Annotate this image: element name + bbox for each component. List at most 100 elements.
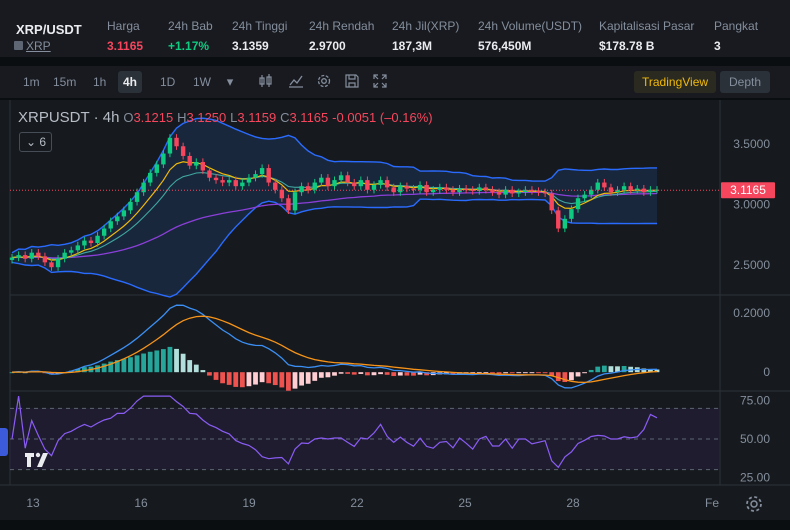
- macd-histogram-bar: [384, 372, 390, 375]
- candle-body: [391, 187, 396, 193]
- dropdown-caret-icon[interactable]: ▾: [221, 73, 239, 91]
- stat-label: 24h Jil(XRP): [392, 19, 460, 33]
- timeframe-4h[interactable]: 4h: [118, 71, 143, 93]
- candle-body: [42, 256, 48, 263]
- chart-svg[interactable]: 3.5000 3.0000 2.5000 3.1165 0.2000 0 75.00 50.0…: [0, 100, 790, 520]
- macd-histogram-bar: [312, 372, 318, 381]
- candle-body: [365, 180, 370, 190]
- stat-value: 576,450M: [478, 39, 532, 53]
- chart-toolbar: 1m 15m 1h 4h 1D 1W ▾ TradingView Depth: [0, 66, 790, 98]
- candle-body: [220, 180, 225, 183]
- candle-body: [180, 146, 186, 156]
- candle-body: [305, 186, 311, 190]
- macd-histogram-bar: [187, 360, 193, 373]
- settings-icon[interactable]: [316, 73, 334, 91]
- drawing-panel-handle[interactable]: [0, 428, 8, 456]
- depth-button[interactable]: Depth: [720, 71, 771, 93]
- candle-body: [371, 184, 377, 190]
- candle-body: [148, 172, 153, 183]
- legend-symbol: XRPUSDT: [18, 109, 90, 126]
- stat-value: 3.1359: [232, 39, 269, 53]
- macd-histogram-bar: [272, 372, 278, 386]
- candle-body: [108, 221, 113, 229]
- tradingview-logo-icon: [25, 452, 48, 467]
- macd-histogram-bar: [220, 372, 226, 384]
- legend-open-key: O: [123, 110, 134, 125]
- candle-body: [352, 182, 357, 187]
- macd-histogram-bar: [286, 372, 291, 391]
- candle-body: [516, 192, 521, 194]
- candle-body: [273, 182, 278, 190]
- timeframe-1W[interactable]: 1W: [188, 71, 216, 93]
- indicator-collapse-button[interactable]: ⌄ 6: [19, 132, 52, 152]
- time-tick-label: 19: [242, 496, 256, 510]
- candle-body: [69, 250, 74, 253]
- candle-body: [174, 137, 179, 147]
- save-icon[interactable]: [344, 73, 362, 91]
- ticker-bar: XRP/USDT XRP Harga 3.1165 24h Bab +1.17% 24h…: [0, 0, 790, 58]
- candle-body: [134, 192, 140, 202]
- candle-body: [332, 180, 337, 187]
- candle-body: [292, 192, 298, 211]
- candle-body: [128, 201, 133, 211]
- timeframe-1m[interactable]: 1m: [18, 71, 45, 93]
- candle-body: [575, 198, 581, 210]
- macd-histogram-bar: [305, 372, 311, 384]
- candle-body: [75, 245, 81, 251]
- timeframe-15m[interactable]: 15m: [48, 71, 81, 93]
- stat-label: Kapitalisasi Pasar: [599, 19, 695, 33]
- macd-histogram-bar: [575, 372, 581, 377]
- candle-body: [398, 186, 403, 193]
- macd-histogram-bar: [128, 357, 133, 373]
- timeframe-1D[interactable]: 1D: [155, 71, 180, 93]
- candle-body: [496, 192, 502, 195]
- macd-histogram-bar: [338, 372, 344, 374]
- line-chart-icon[interactable]: [288, 73, 306, 91]
- candle-body: [411, 188, 416, 190]
- stat-5: 24h Volume(USDT) 576,450M: [478, 19, 582, 53]
- candle-body: [549, 193, 554, 211]
- macd-histogram-bar: [193, 364, 199, 373]
- coin-link[interactable]: XRP: [26, 39, 51, 53]
- candle-body: [582, 194, 587, 199]
- macd-tick-label: 0: [763, 365, 770, 379]
- candle-body: [62, 252, 67, 259]
- candles-icon[interactable]: [258, 73, 276, 91]
- symbol-title[interactable]: XRP/USDT: [16, 22, 82, 37]
- candle-body: [529, 189, 535, 192]
- candle-body: [226, 180, 232, 183]
- candle-body: [417, 184, 423, 190]
- chart-settings-gear-icon[interactable]: [744, 494, 764, 514]
- macd-histogram-bar: [121, 358, 127, 373]
- candle-body: [55, 258, 61, 268]
- macd-histogram-bar: [266, 372, 272, 384]
- macd-histogram-bar: [226, 372, 232, 385]
- chart-area[interactable]: 3.5000 3.0000 2.5000 3.1165 0.2000 0 75.00 50.0…: [0, 100, 790, 520]
- rsi-tick-label: 75.00: [740, 394, 770, 408]
- timeframe-1h[interactable]: 1h: [88, 71, 111, 93]
- tradingview-button[interactable]: TradingView: [634, 71, 717, 93]
- stat-label: 24h Volume(USDT): [478, 19, 583, 33]
- legend-change: -0.0051 (–0.16%): [332, 110, 433, 125]
- candle-body: [161, 153, 166, 165]
- stat-6: Kapitalisasi Pasar $178.78 B: [599, 19, 694, 53]
- macd-histogram-bar: [503, 372, 509, 374]
- fullscreen-icon[interactable]: [372, 73, 390, 91]
- price-tick-label: 3.0000: [733, 197, 770, 211]
- stat-value: 187,3M: [392, 39, 433, 53]
- candle-body: [648, 189, 653, 193]
- candle-body: [88, 240, 94, 244]
- time-tick-label: Fe: [705, 496, 719, 510]
- macd-histogram-bar: [141, 353, 147, 373]
- rsi-tick-label: 25.00: [740, 470, 770, 484]
- candle-body: [29, 252, 34, 259]
- candle-body: [319, 177, 324, 183]
- macd-histogram-bar: [259, 372, 265, 383]
- candle-body: [562, 218, 568, 229]
- candle-body: [378, 180, 383, 185]
- candle-body: [16, 255, 21, 258]
- stat-2: 24h Tinggi 3.1359: [232, 19, 287, 53]
- stat-label: 24h Tinggi: [232, 19, 288, 33]
- stat-4: 24h Jil(XRP) 187,3M: [392, 19, 459, 53]
- macd-histogram-bar: [154, 350, 160, 373]
